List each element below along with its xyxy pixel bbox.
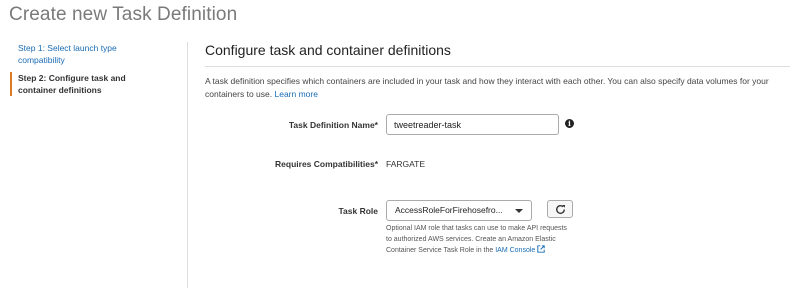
sidebar-step-2-label-line2: container definitions [18,85,102,95]
info-icon[interactable]: i [565,119,574,128]
iam-console-link-text: IAM Console [495,247,536,254]
task-role-selected-value: AccessRoleForFirehosefro... [395,205,503,215]
main-content: Configure task and container definitions… [205,42,795,101]
task-role-select[interactable]: AccessRoleForFirehosefro... [386,200,532,221]
iam-console-link[interactable]: IAM Console [495,245,545,254]
sidebar-step-2-label-line1: Step 2: Configure task and [18,73,126,83]
sidebar-step-1[interactable]: Step 1: Select launch type compatibility [10,42,180,66]
sidebar-step-1-label-line2: compatibility [18,55,65,65]
requires-compatibilities-value: FARGATE [386,159,426,169]
task-definition-name-input[interactable] [386,114,559,135]
section-description: A task definition specifies which contai… [205,75,790,101]
learn-more-link[interactable]: Learn more [274,89,317,99]
section-title: Configure task and container definitions [205,42,790,67]
refresh-icon [555,204,565,214]
sidebar-step-2-active[interactable]: Step 2: Configure task and container def… [10,72,180,96]
task-definition-name-label: Task Definition Name* [288,120,378,130]
requires-compatibilities-label: Requires Compatibilities* [275,159,378,169]
sidebar-step-1-label-line1: Step 1: Select launch type [18,43,117,53]
task-role-helper-text: Optional IAM role that tasks can use to … [386,224,571,257]
chevron-down-icon [515,209,523,213]
task-role-label: Task Role [338,206,378,216]
wizard-sidebar: Step 1: Select launch type compatibility… [0,42,188,288]
refresh-task-roles-button[interactable] [547,200,573,218]
external-link-icon [537,245,545,253]
page-title: Create new Task Definition [9,4,238,25]
